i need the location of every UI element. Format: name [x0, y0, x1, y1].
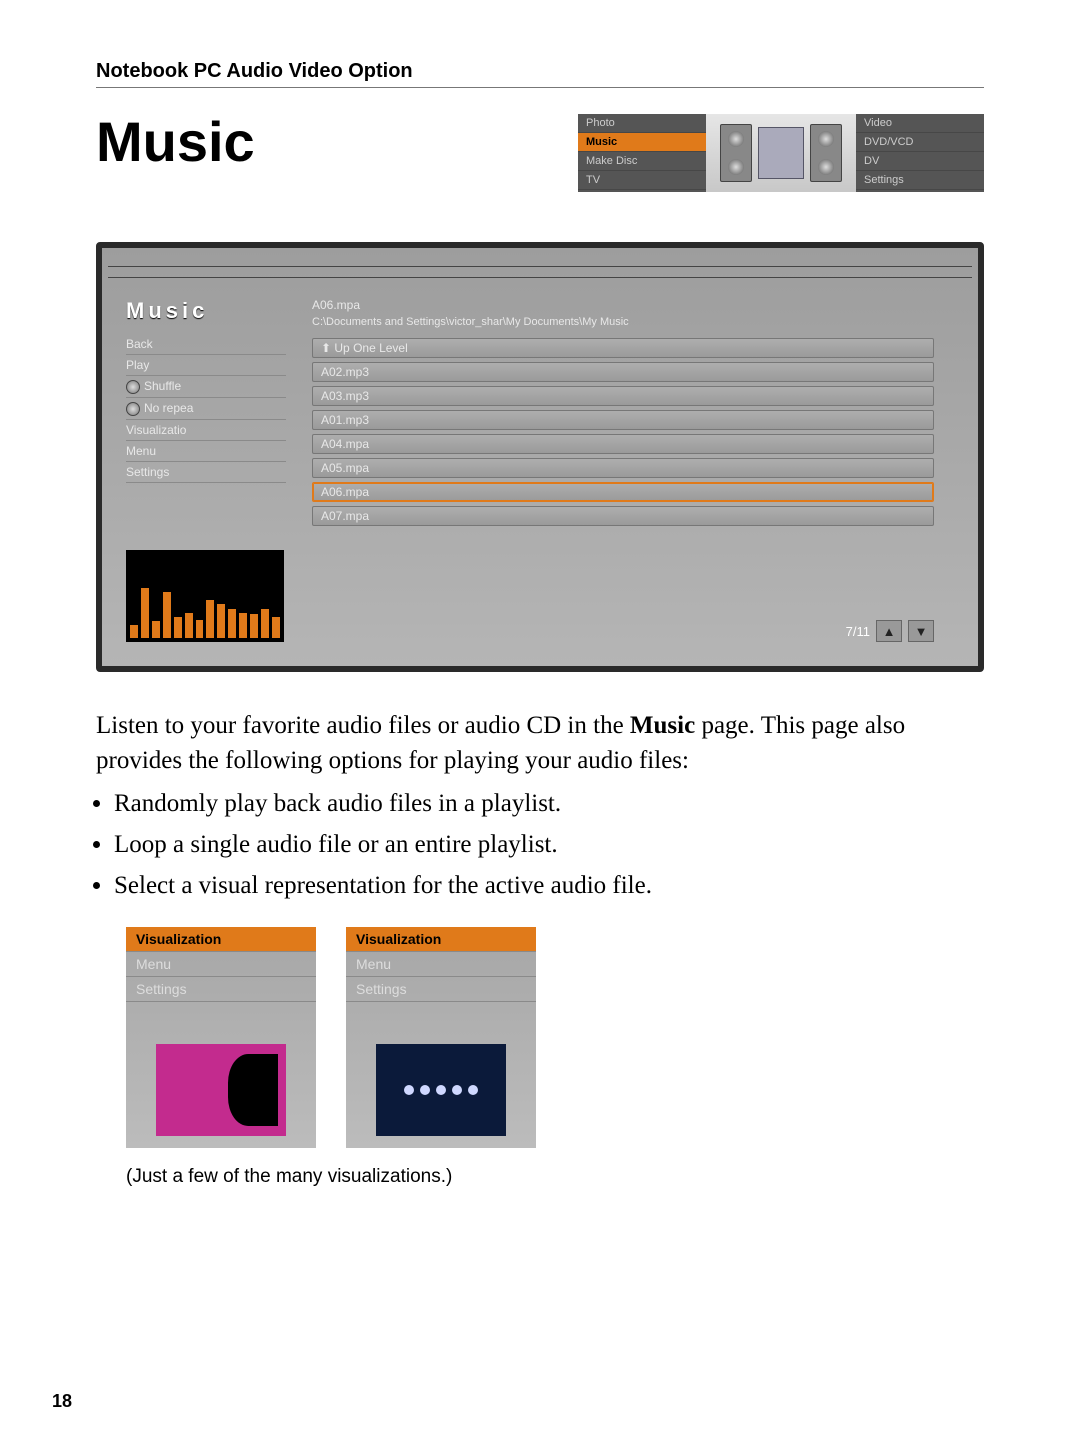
file-row[interactable]: A04.mpa: [312, 434, 934, 454]
bullet-item: Select a visual representation for the a…: [114, 868, 984, 903]
menu-item-settings[interactable]: Settings: [856, 171, 984, 190]
viz-item-menu[interactable]: Menu: [126, 952, 316, 977]
speaker-icon: [810, 124, 842, 182]
sidebar-title: Music: [126, 298, 286, 324]
file-row[interactable]: A05.mpa: [312, 458, 934, 478]
menu-thumb-right: Video DVD/VCD DV Settings: [856, 114, 984, 192]
triangle-up-icon: ▲: [883, 624, 896, 639]
viz-caption: (Just a few of the many visualizations.): [126, 1166, 984, 1188]
triangle-down-icon: ▼: [915, 624, 928, 639]
stereo-deck-icon: [758, 127, 804, 179]
music-panel: Music Back Play Shuffle No repea Visuali…: [96, 242, 984, 672]
body-text: Listen to your favorite audio files or a…: [96, 708, 984, 903]
sidebar-item-no-repeat[interactable]: No repea: [126, 398, 286, 420]
doc-header: Notebook PC Audio Video Option: [96, 60, 984, 88]
viz-card-1: Visualization Menu Settings: [126, 927, 316, 1148]
file-row[interactable]: A01.mp3: [312, 410, 934, 430]
menu-thumbnail: Photo Music Make Disc TV Video DVD/VCD D…: [578, 114, 984, 192]
menu-item-make-disc[interactable]: Make Disc: [578, 152, 706, 171]
visualization-row: Visualization Menu Settings Visualizatio…: [126, 927, 984, 1148]
bullet-item: Loop a single audio file or an entire pl…: [114, 827, 984, 862]
sidebar-item-shuffle[interactable]: Shuffle: [126, 376, 286, 398]
viz-card-2: Visualization Menu Settings: [346, 927, 536, 1148]
viz-item-visualization[interactable]: Visualization: [126, 927, 316, 952]
sidebar-item-visualization[interactable]: Visualizatio: [126, 420, 286, 441]
sidebar-item-play[interactable]: Play: [126, 355, 286, 376]
viz-item-settings[interactable]: Settings: [346, 977, 536, 1002]
viz-item-menu[interactable]: Menu: [346, 952, 536, 977]
menu-item-music[interactable]: Music: [578, 133, 706, 152]
file-row[interactable]: A07.mpa: [312, 506, 934, 526]
menu-thumb-left: Photo Music Make Disc TV: [578, 114, 706, 192]
page-up-button[interactable]: ▲: [876, 620, 902, 642]
file-row[interactable]: A03.mp3: [312, 386, 934, 406]
bullet-item: Randomly play back audio files in a play…: [114, 786, 984, 821]
page-title: Music: [96, 114, 255, 170]
menu-item-video[interactable]: Video: [856, 114, 984, 133]
sidebar-item-settings[interactable]: Settings: [126, 462, 286, 483]
viz-preview-image: [156, 1044, 286, 1136]
now-playing-file: A06.mpa: [312, 298, 934, 312]
sidebar-item-back[interactable]: Back: [126, 334, 286, 355]
speaker-icon: [720, 124, 752, 182]
page-number: 18: [52, 1391, 72, 1412]
viz-preview-image: [376, 1044, 506, 1136]
file-row-up[interactable]: Up One Level: [312, 338, 934, 358]
menu-item-photo[interactable]: Photo: [578, 114, 706, 133]
menu-item-dvdvcd[interactable]: DVD/VCD: [856, 133, 984, 152]
menu-item-tv[interactable]: TV: [578, 171, 706, 190]
file-row[interactable]: A02.mp3: [312, 362, 934, 382]
page-indicator: 7/11: [846, 624, 870, 639]
music-sidebar: Music Back Play Shuffle No repea Visuali…: [126, 298, 286, 666]
viz-item-visualization[interactable]: Visualization: [346, 927, 536, 952]
equalizer-preview: [126, 550, 284, 642]
file-row-selected[interactable]: A06.mpa: [312, 482, 934, 502]
page-down-button[interactable]: ▼: [908, 620, 934, 642]
toggle-icon: [126, 380, 140, 394]
toggle-icon: [126, 402, 140, 416]
sidebar-item-menu[interactable]: Menu: [126, 441, 286, 462]
folder-path: C:\Documents and Settings\victor_shar\My…: [312, 316, 934, 328]
menu-center-image: [706, 114, 856, 192]
menu-item-dv[interactable]: DV: [856, 152, 984, 171]
viz-item-settings[interactable]: Settings: [126, 977, 316, 1002]
